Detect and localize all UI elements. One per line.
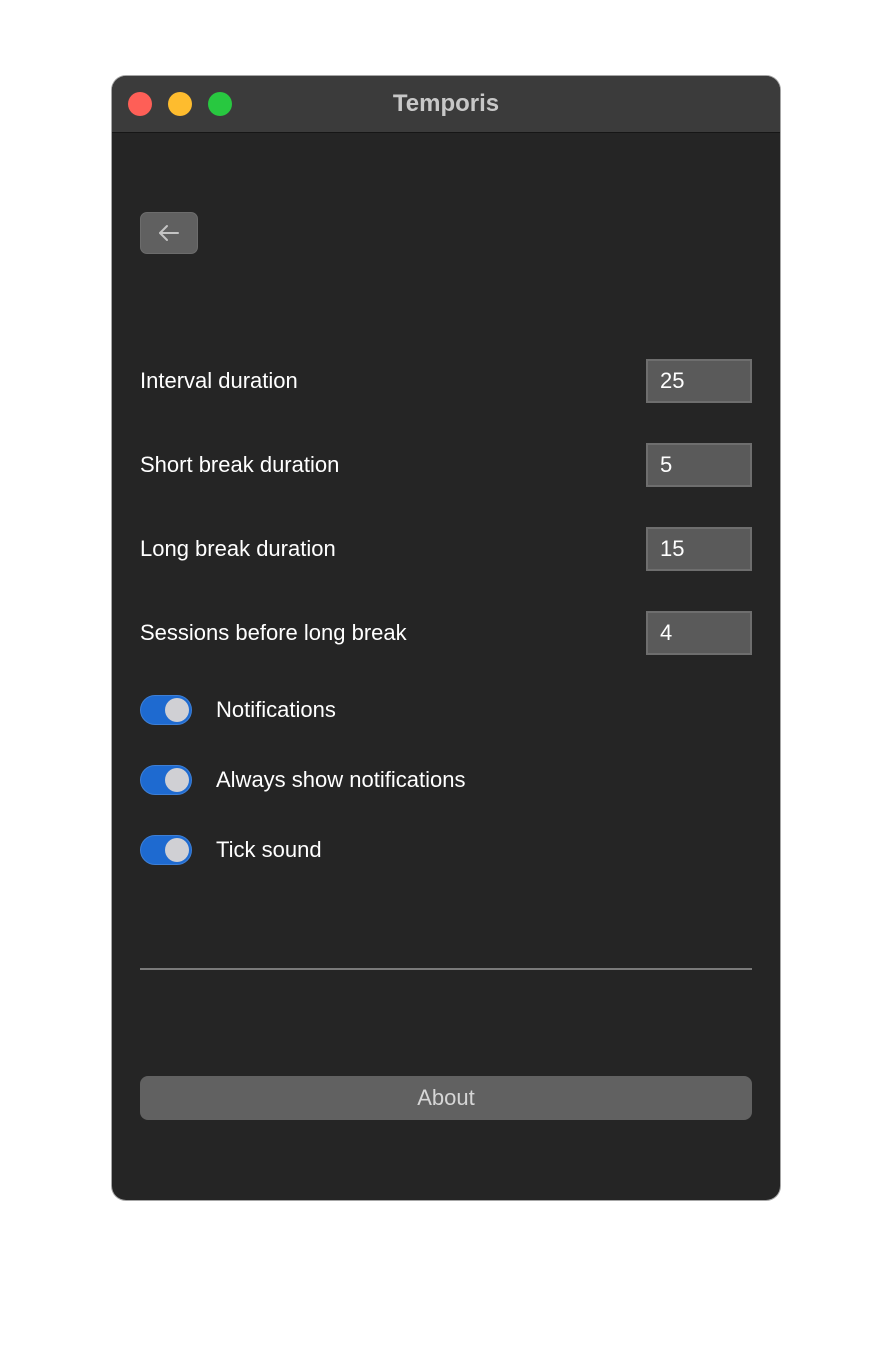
short-break-duration-row: Short break duration [140,443,752,487]
toggle-knob [165,838,189,862]
always-show-notifications-toggle[interactable] [140,765,192,795]
about-button[interactable]: About [140,1076,752,1120]
divider [140,968,752,970]
sessions-before-long-break-row: Sessions before long break [140,611,752,655]
notifications-row: Notifications [140,695,752,725]
app-window: Temporis Interval duration Short break d… [112,76,780,1200]
tick-sound-row: Tick sound [140,835,752,865]
long-break-duration-input[interactable] [646,527,752,571]
toggle-knob [165,768,189,792]
long-break-duration-label: Long break duration [140,536,336,561]
notifications-toggle[interactable] [140,695,192,725]
interval-duration-row: Interval duration [140,359,752,403]
tick-sound-toggle[interactable] [140,835,192,865]
sessions-before-long-break-label: Sessions before long break [140,620,407,645]
tick-sound-label: Tick sound [216,837,322,862]
sessions-before-long-break-input[interactable] [646,611,752,655]
always-show-notifications-label: Always show notifications [216,767,466,792]
short-break-duration-input[interactable] [646,443,752,487]
long-break-duration-row: Long break duration [140,527,752,571]
always-show-notifications-row: Always show notifications [140,765,752,795]
notifications-label: Notifications [216,697,336,722]
arrow-left-icon [159,225,179,241]
interval-duration-input[interactable] [646,359,752,403]
title-bar: Temporis [112,76,780,133]
short-break-duration-label: Short break duration [140,452,340,477]
toggle-knob [165,698,189,722]
window-title: Temporis [392,90,500,117]
interval-duration-label: Interval duration [140,368,298,393]
back-button[interactable] [140,212,198,254]
